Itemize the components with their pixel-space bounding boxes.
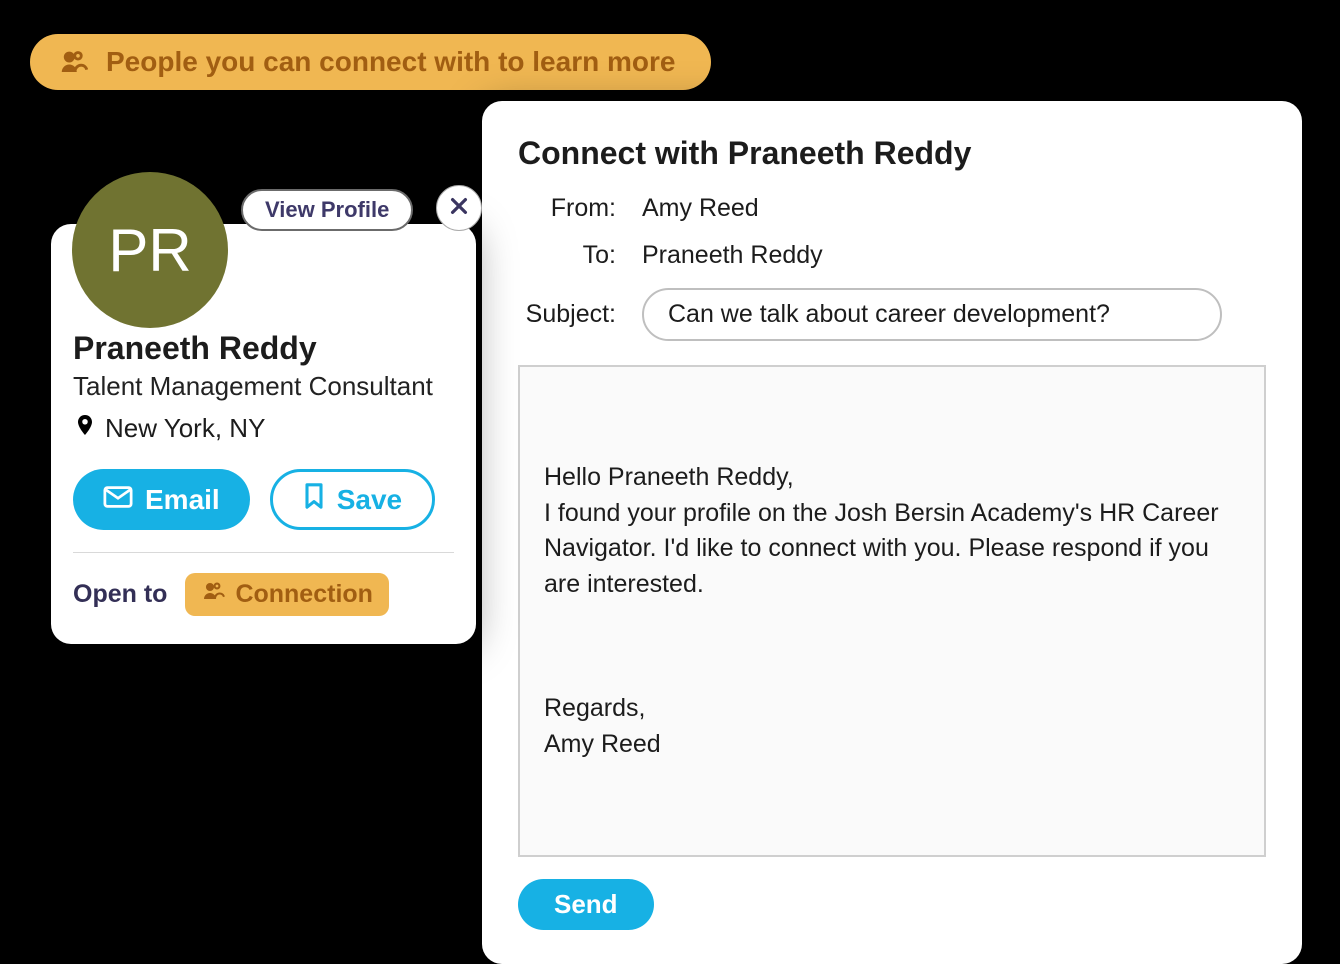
to-label: To: <box>518 241 638 270</box>
avatar: PR <box>72 172 228 328</box>
profile-name: Praneeth Reddy <box>73 330 454 367</box>
connection-chip: Connection <box>185 573 389 616</box>
close-icon <box>448 195 470 222</box>
subject-input[interactable] <box>642 288 1222 341</box>
profile-location-text: New York, NY <box>105 413 265 444</box>
compose-fields: From: Amy Reed To: Praneeth Reddy Subjec… <box>518 194 1266 341</box>
send-button[interactable]: Send <box>518 879 654 930</box>
save-button[interactable]: Save <box>270 469 435 530</box>
message-signature: Regards, Amy Reed <box>544 691 1240 762</box>
divider <box>73 552 454 553</box>
from-label: From: <box>518 194 638 223</box>
from-value: Amy Reed <box>638 194 1266 223</box>
location-pin-icon <box>73 410 97 447</box>
close-button[interactable] <box>436 185 482 231</box>
profile-actions: Email Save <box>73 469 454 530</box>
compose-title: Connect with Praneeth Reddy <box>518 135 1266 172</box>
message-body[interactable]: Hello Praneeth Reddy, I found your profi… <box>518 365 1266 857</box>
email-button-label: Email <box>145 484 220 516</box>
subject-label: Subject: <box>518 300 638 329</box>
people-icon <box>201 579 225 610</box>
compose-panel: Connect with Praneeth Reddy From: Amy Re… <box>482 101 1302 964</box>
connection-chip-label: Connection <box>235 580 373 609</box>
header-pill: People you can connect with to learn mor… <box>30 34 711 90</box>
bookmark-icon <box>303 482 325 517</box>
to-value: Praneeth Reddy <box>638 241 1266 270</box>
open-to-row: Open to Connection <box>73 573 454 616</box>
email-button[interactable]: Email <box>73 469 250 530</box>
profile-title: Talent Management Consultant <box>73 371 454 402</box>
header-title: People you can connect with to learn mor… <box>106 46 675 78</box>
message-paragraph: Hello Praneeth Reddy, I found your profi… <box>544 460 1240 602</box>
save-button-label: Save <box>337 484 402 516</box>
profile-location: New York, NY <box>73 410 454 447</box>
view-profile-button[interactable]: View Profile <box>241 189 413 231</box>
open-to-label: Open to <box>73 580 167 609</box>
mail-icon <box>103 484 133 516</box>
people-icon <box>58 47 88 77</box>
